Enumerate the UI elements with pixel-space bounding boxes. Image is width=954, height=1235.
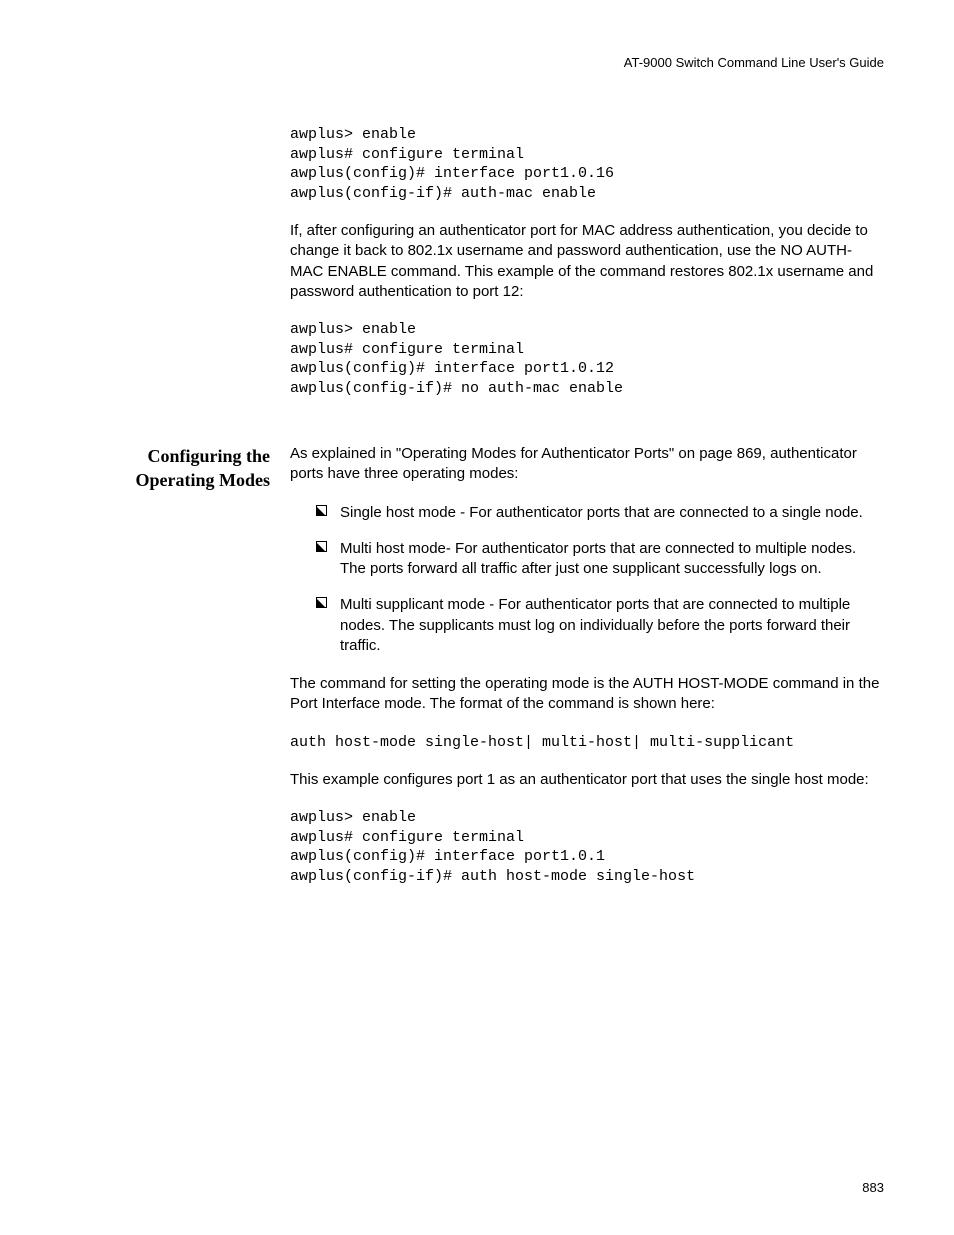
content-wrapper: awplus> enable awplus# configure termina…: [70, 125, 884, 416]
bullet-icon: [316, 505, 327, 516]
list-item: Multi supplicant mode - For authenticato…: [316, 595, 884, 656]
paragraph-3: The command for setting the operating mo…: [290, 674, 884, 715]
list-item: Multi host mode- For authenticator ports…: [316, 539, 884, 580]
bullet-icon: [316, 597, 327, 608]
list-item-text: Single host mode - For authenticator por…: [340, 504, 863, 521]
page-number: 883: [862, 1180, 884, 1195]
paragraph-1: If, after configuring an authenticator p…: [290, 221, 884, 302]
paragraph-4: This example configures port 1 as an aut…: [290, 770, 884, 790]
right-column-top: awplus> enable awplus# configure termina…: [290, 125, 884, 416]
right-column-section: As explained in "Operating Modes for Aut…: [290, 444, 884, 904]
code-block-3: auth host-mode single-host| multi-host| …: [290, 733, 884, 753]
code-block-1: awplus> enable awplus# configure termina…: [290, 125, 884, 203]
document-header: AT-9000 Switch Command Line User's Guide: [70, 55, 884, 70]
list-item-text: Multi supplicant mode - For authenticato…: [340, 596, 850, 654]
paragraph-2: As explained in "Operating Modes for Aut…: [290, 444, 884, 485]
left-column: [70, 125, 270, 416]
list-item: Single host mode - For authenticator por…: [316, 503, 884, 523]
code-block-4: awplus> enable awplus# configure termina…: [290, 808, 884, 886]
bullet-icon: [316, 541, 327, 552]
page-container: AT-9000 Switch Command Line User's Guide…: [0, 0, 954, 1235]
left-column-heading: Configuring the Operating Modes: [70, 444, 270, 904]
list-item-text: Multi host mode- For authenticator ports…: [340, 540, 856, 577]
section-heading: Configuring the Operating Modes: [70, 444, 270, 493]
code-block-2: awplus> enable awplus# configure termina…: [290, 320, 884, 398]
bullet-list: Single host mode - For authenticator por…: [316, 503, 884, 657]
section-row: Configuring the Operating Modes As expla…: [70, 444, 884, 904]
